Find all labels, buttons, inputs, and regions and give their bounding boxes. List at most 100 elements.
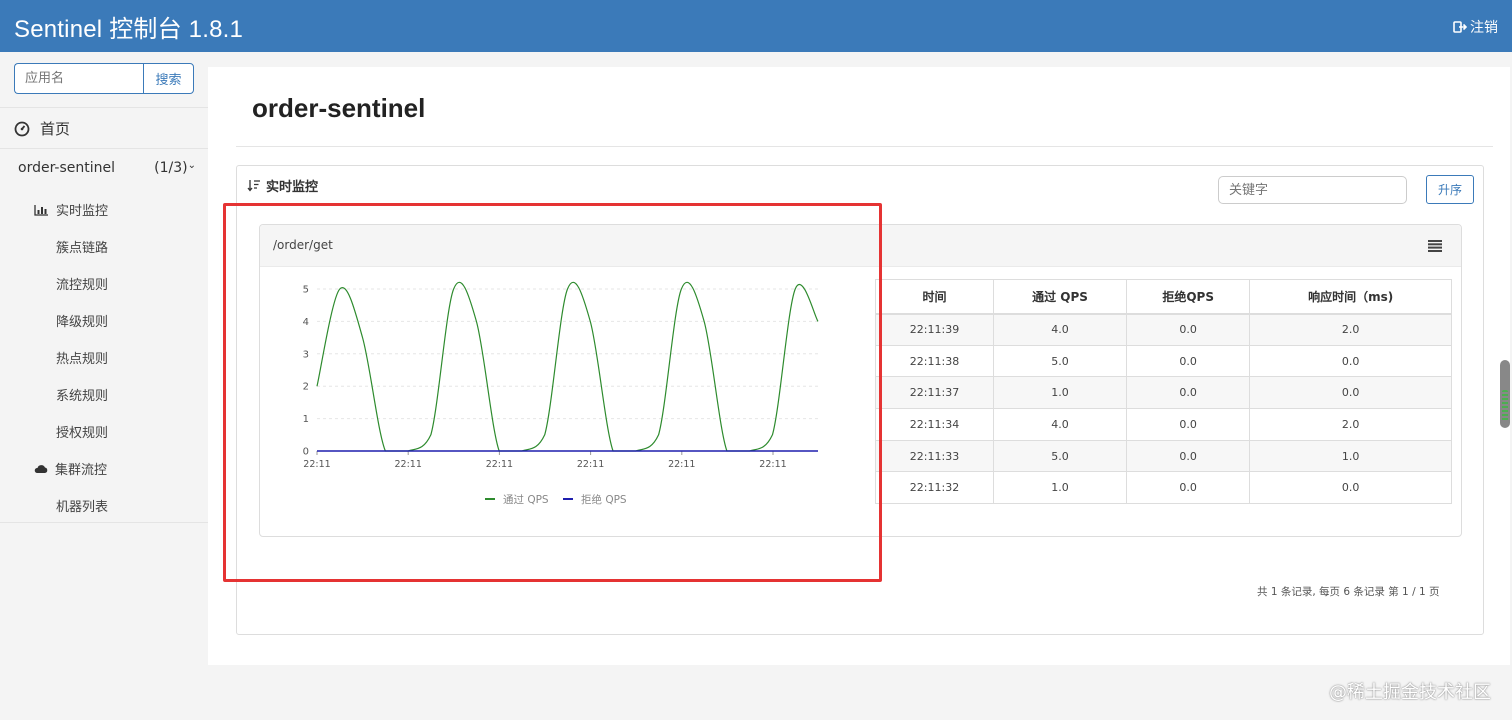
table-cell: 0.0	[1126, 344, 1251, 378]
app-machine-count: (1/3)⌄	[154, 160, 196, 176]
sidebar-divider	[0, 148, 208, 149]
table-cell: 2.0	[1249, 313, 1452, 346]
sidebar-item-home[interactable]: 首页	[14, 118, 70, 139]
cloud-icon	[34, 464, 48, 473]
table-cell: 0.0	[1249, 471, 1452, 505]
sidebar-item-label: 实时监控	[56, 204, 109, 219]
panel-title: 实时监控	[266, 180, 319, 195]
legend-item: 通过 QPS	[485, 493, 549, 506]
app-title[interactable]: Sentinel 控制台 1.8.1	[14, 9, 243, 44]
logout-button[interactable]: 注销	[1453, 17, 1498, 37]
panel-header: 实时监控	[247, 176, 318, 195]
y-tick-label: 2	[303, 382, 309, 393]
table-header-row: 时间 通过 QPS 拒绝QPS 响应时间（ms)	[874, 279, 1452, 315]
sort-ascending-button[interactable]: 升序	[1426, 175, 1474, 204]
scrollbar-grip[interactable]	[1502, 390, 1508, 422]
sidebar-item-hotspot-rules[interactable]: 热点规则	[56, 348, 108, 367]
table-cell: 0.0	[1249, 376, 1452, 410]
table-cell: 0.0	[1126, 376, 1251, 410]
menu-icon[interactable]	[1428, 240, 1442, 252]
app-search-input[interactable]	[14, 63, 143, 94]
column-header[interactable]: 时间	[874, 279, 995, 315]
table-cell: 1.0	[1249, 439, 1452, 473]
main-content: order-sentinel 实时监控 升序 /order/get 0 1 2 3 4 5…	[208, 67, 1510, 665]
sidebar-item-label: 集群流控	[55, 463, 108, 478]
page-title: order-sentinel	[252, 93, 426, 123]
sidebar-item-system-rules[interactable]: 系统规则	[56, 385, 108, 404]
resource-card-header: /order/get	[260, 225, 1461, 267]
legend-label: 通过 QPS	[503, 493, 549, 506]
chart-legend: 通过 QPS 拒绝 QPS	[485, 493, 627, 506]
sidebar-item-cluster-link[interactable]: 簇点链路	[56, 237, 108, 256]
table-row: 22:11:37 1.0 0.0 0.0	[874, 376, 1452, 410]
sidebar-item-cluster-flow[interactable]: 集群流控	[34, 459, 107, 478]
sidebar-item-auth-rules[interactable]: 授权规则	[56, 422, 108, 441]
table-cell: 0.0	[1126, 408, 1251, 441]
table-cell: 0.0	[1126, 471, 1251, 505]
sidebar-divider	[0, 522, 208, 523]
chevron-down-icon: ⌄	[187, 160, 196, 171]
table-cell: 0.0	[1126, 313, 1251, 346]
app-name: order-sentinel	[18, 160, 116, 176]
series-line	[316, 281, 819, 452]
x-tick-label: 22:11	[759, 459, 786, 470]
table-cell: 22:11:33	[874, 439, 995, 473]
sidebar-item-label: 首页	[40, 120, 71, 138]
dashboard-icon	[14, 121, 30, 136]
legend-item: 拒绝 QPS	[563, 493, 627, 506]
y-tick-label: 1	[303, 414, 309, 425]
watermark: @稀土掘金技术社区	[1329, 682, 1491, 703]
column-header[interactable]: 响应时间（ms)	[1249, 279, 1452, 315]
title-divider	[236, 146, 1493, 147]
top-navbar: Sentinel 控制台 1.8.1 注销	[0, 0, 1512, 52]
logout-label: 注销	[1470, 20, 1498, 36]
legend-label: 拒绝 QPS	[581, 493, 627, 506]
table-cell: 22:11:32	[874, 471, 995, 505]
table-cell: 1.0	[993, 376, 1128, 410]
table-row: 22:11:39 4.0 0.0 2.0	[874, 313, 1452, 346]
column-header[interactable]: 拒绝QPS	[1126, 279, 1251, 315]
pagination-info: 共 1 条记录, 每页 6 条记录 第 1 / 1 页	[1257, 586, 1440, 598]
sidebar-item-flow-rules[interactable]: 流控规则	[56, 274, 108, 293]
x-tick-label: 22:11	[303, 459, 330, 470]
table-row: 22:11:34 4.0 0.0 2.0	[874, 408, 1452, 441]
y-tick-label: 3	[303, 349, 309, 360]
resource-name: /order/get	[273, 238, 333, 252]
x-tick-label: 22:11	[486, 459, 513, 470]
table-cell: 22:11:39	[874, 313, 995, 346]
page-scrollbar[interactable]	[1500, 360, 1510, 428]
table-cell: 1.0	[993, 471, 1128, 505]
metrics-table: 时间 通过 QPS 拒绝QPS 响应时间（ms) 22:11:39 4.0 0.0 2…	[874, 279, 1452, 505]
table-cell: 4.0	[993, 408, 1128, 441]
bar-chart-icon	[34, 204, 48, 216]
table-row: 22:11:33 5.0 0.0 1.0	[874, 439, 1452, 473]
sidebar-app-order-sentinel[interactable]: order-sentinel (1/3)⌄	[18, 160, 196, 176]
table-cell: 2.0	[1249, 408, 1452, 441]
sidebar-item-realtime[interactable]: 实时监控	[34, 200, 108, 219]
sidebar-item-machines[interactable]: 机器列表	[56, 496, 108, 515]
table-cell: 22:11:37	[874, 376, 995, 410]
logout-icon	[1453, 21, 1467, 33]
y-tick-label: 0	[303, 447, 309, 458]
y-tick-label: 4	[303, 317, 309, 328]
x-tick-label: 22:11	[668, 459, 695, 470]
sort-desc-icon	[247, 180, 260, 192]
app-search: 搜索	[14, 63, 194, 94]
table-row: 22:11:32 1.0 0.0 0.0	[874, 471, 1452, 505]
table-cell: 0.0	[1249, 344, 1452, 378]
table-cell: 0.0	[1126, 439, 1251, 473]
keyword-input[interactable]	[1218, 176, 1407, 204]
y-tick-label: 5	[303, 285, 309, 296]
resource-card: /order/get 0 1 2 3 4 5 22:11 22:11 22:11 22:11 22:…	[259, 224, 1462, 537]
table-row: 22:11:38 5.0 0.0 0.0	[874, 344, 1452, 378]
search-button[interactable]: 搜索	[143, 63, 194, 94]
qps-line-chart: 0 1 2 3 4 5 22:11 22:11 22:11 22:11 22:11 22:11 通过 Q…	[303, 281, 819, 506]
sidebar-item-degrade-rules[interactable]: 降级规则	[56, 311, 108, 330]
table-cell: 22:11:34	[874, 408, 995, 441]
table-cell: 4.0	[993, 313, 1128, 346]
sidebar-divider	[0, 107, 208, 108]
sidebar: 搜索 首页 order-sentinel (1/3)⌄ 实时监控 簇点链路 流控…	[0, 52, 208, 720]
column-header[interactable]: 通过 QPS	[993, 279, 1128, 315]
x-tick-label: 22:11	[577, 459, 604, 470]
table-cell: 5.0	[993, 344, 1128, 378]
